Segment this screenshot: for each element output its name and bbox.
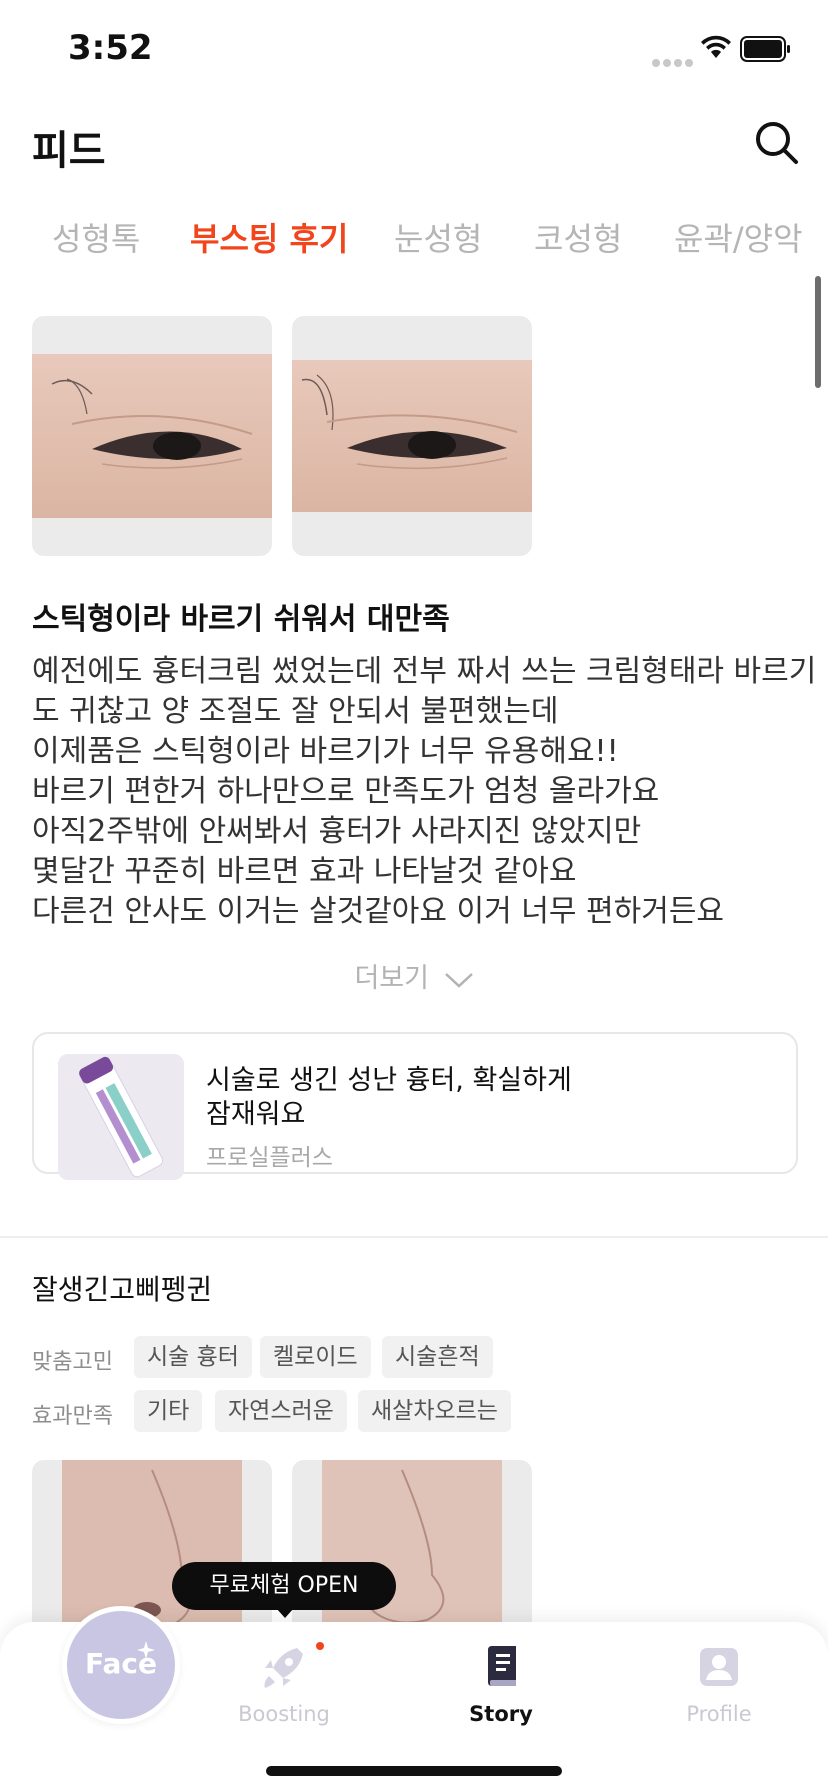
concern-label: 맞춤고민 <box>32 1350 113 1375</box>
post-body-line: 도 귀찮고 양 조절도 잘 안되서 불편했는데 <box>32 694 559 729</box>
tab-contour-jaw[interactable]: 윤곽/양악 <box>674 214 803 260</box>
post-body-line: 예전에도 흉터크림 썼었는데 전부 짜서 쓰는 크림형태라 바르기 <box>32 654 817 689</box>
wifi-icon <box>701 35 731 58</box>
tab-plastic-surgery-talk[interactable]: 성형톡 <box>52 214 140 260</box>
book-icon <box>488 1646 516 1686</box>
page-title: 피드 <box>32 128 106 174</box>
home-indicator <box>266 1766 562 1776</box>
product-title: 시술로 생긴 성난 흉터, 확실하게 잠재워요 <box>206 1064 606 1132</box>
tab-eye-surgery[interactable]: 눈성형 <box>394 214 482 260</box>
nav-profile[interactable]: Profile <box>644 1642 794 1726</box>
nav-story[interactable]: Story <box>426 1642 576 1726</box>
notification-dot <box>316 1642 324 1650</box>
post-body-line: 다른건 안사도 이거는 살것같아요 이거 너무 편하거든요 <box>32 894 725 929</box>
nav-boosting-label: Boosting <box>238 1702 330 1726</box>
profile-icon <box>700 1648 738 1686</box>
face-label: Face <box>85 1647 157 1680</box>
eye-photo <box>32 354 272 518</box>
post-body-line: 바르기 편한거 하나만으로 만족도가 엄청 올라가요 <box>32 774 660 809</box>
show-more-button[interactable]: 더보기 <box>0 956 828 995</box>
author-name[interactable]: 잘생긴고삐펭귄 <box>32 1268 212 1308</box>
battery-icon <box>740 36 790 62</box>
product-thumbnail <box>58 1054 184 1180</box>
header: 피드 <box>0 108 828 178</box>
tag-chip: 기타 <box>134 1390 203 1432</box>
nav-boosting[interactable]: Boosting <box>209 1642 359 1726</box>
nav-profile-label: Profile <box>686 1702 752 1726</box>
category-tabs: 성형톡 부스팅 후기 눈성형 코성형 윤곽/양악 <box>0 208 828 264</box>
tab-boosting-reviews[interactable]: 부스팅 후기 <box>190 214 348 260</box>
tag-chip: 시술흔적 <box>382 1336 493 1378</box>
free-trial-tooltip[interactable]: 무료체험 OPEN <box>172 1562 396 1610</box>
product-tube-image <box>78 1056 164 1178</box>
section-divider <box>0 1236 828 1238</box>
post-image-before[interactable] <box>32 316 272 556</box>
post-image-after[interactable] <box>292 316 532 556</box>
product-title-line: 시술로 생긴 성난 흉터, 확실하게 <box>206 1065 572 1096</box>
tag-chip: 자연스러운 <box>215 1390 347 1432</box>
post-title: 스틱형이라 바르기 쉬워서 대만족 <box>32 602 450 637</box>
status-bar: 3:52 <box>0 0 828 96</box>
cellular-signal-icon <box>652 52 696 71</box>
nav-story-label: Story <box>469 1702 533 1726</box>
product-card[interactable]: 시술로 생긴 성난 흉터, 확실하게 잠재워요 프로실플러스 <box>32 1032 798 1180</box>
eye-photo <box>292 360 532 512</box>
product-brand: 프로실플러스 <box>206 1145 333 1171</box>
post-body-line: 아직2주밖에 안써봐서 흉터가 사라지진 않았지만 <box>32 814 642 849</box>
search-button[interactable] <box>752 118 802 168</box>
tag-chip: 켈로이드 <box>260 1336 371 1378</box>
post-body-line: 몇달간 꾸준히 바르면 효과 나타날것 같아요 <box>32 854 577 889</box>
product-title-line: 잠재워요 <box>206 1099 306 1130</box>
face-button[interactable]: Face <box>62 1606 180 1724</box>
rocket-icon <box>264 1648 303 1688</box>
status-time: 3:52 <box>68 28 153 68</box>
effect-label: 효과만족 <box>32 1404 113 1429</box>
tooltip-arrow <box>276 1608 294 1618</box>
sparkle-icon <box>137 1641 155 1659</box>
search-icon <box>756 122 798 164</box>
scroll-indicator[interactable] <box>815 276 821 388</box>
tag-chip: 시술 흉터 <box>134 1336 252 1378</box>
tag-chip: 새살차오르는 <box>358 1390 511 1432</box>
post-body: 예전에도 흉터크림 썼었는데 전부 짜서 쓰는 크림형태라 바르기 도 귀찮고 … <box>32 652 817 932</box>
tab-nose-surgery[interactable]: 코성형 <box>534 214 622 260</box>
post-body-line: 이제품은 스틱형이라 바르기가 너무 유용해요!! <box>32 734 619 769</box>
chevron-down-icon <box>444 972 473 988</box>
show-more-label: 더보기 <box>354 963 429 994</box>
